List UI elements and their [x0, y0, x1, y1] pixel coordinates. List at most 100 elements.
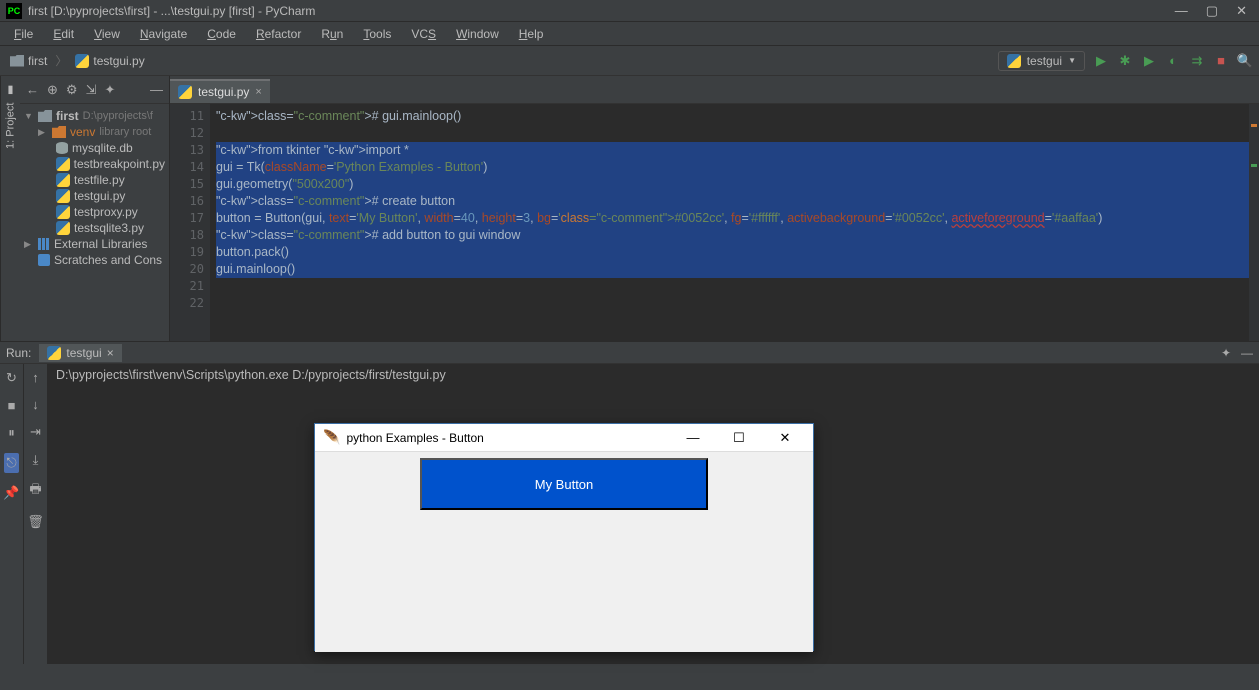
database-icon: [56, 142, 68, 154]
profile-button-icon[interactable]: ◐: [1165, 53, 1181, 69]
run-tab-testgui[interactable]: testgui ×: [39, 344, 121, 362]
tree-file-label: testsqlite3.py: [74, 221, 144, 235]
gear-icon[interactable]: ✦: [104, 82, 115, 98]
python-file-icon: [178, 85, 192, 99]
editor-tab-testgui[interactable]: testgui.py ×: [170, 79, 270, 103]
exit-icon[interactable]: ⎋: [4, 453, 18, 473]
breadcrumb-project[interactable]: first: [6, 52, 51, 70]
concurrency-button-icon[interactable]: ⇉: [1189, 53, 1205, 69]
menu-window[interactable]: Window: [448, 25, 507, 43]
console-command-line: D:\pyprojects\first\venv\Scripts\python.…: [56, 368, 1251, 382]
python-file-icon: [56, 205, 70, 219]
stop-icon[interactable]: ■: [8, 398, 16, 413]
tree-file[interactable]: testbreakpoint.py: [20, 156, 169, 172]
tree-project-root[interactable]: ▼ first D:\pyprojects\f: [20, 108, 169, 124]
trash-icon[interactable]: 🗑: [27, 514, 44, 530]
breadcrumb-project-label: first: [28, 54, 47, 68]
tk-window-title: python Examples - Button: [346, 431, 667, 445]
minimize-icon[interactable]: —: [1175, 3, 1188, 19]
tree-root-path: D:\pyprojects\f: [83, 110, 153, 122]
tree-file-label: testgui.py: [74, 189, 125, 203]
python-file-icon: [56, 173, 70, 187]
menu-vcs[interactable]: VCS: [403, 25, 444, 43]
folder-icon: [38, 110, 52, 122]
down-icon[interactable]: ↓: [32, 397, 39, 412]
folder-icon: [10, 55, 24, 67]
search-icon[interactable]: 🔍: [1237, 53, 1253, 69]
print-icon[interactable]: 🖶: [29, 480, 41, 502]
tree-file-label: mysqlite.db: [72, 141, 133, 155]
tree-file[interactable]: testsqlite3.py: [20, 220, 169, 236]
collapse-icon[interactable]: ⇲: [86, 82, 97, 98]
breadcrumb-file-label: testgui.py: [93, 54, 144, 68]
app-icon: PC: [6, 3, 22, 19]
tree-scratches-label: Scratches and Cons: [54, 253, 162, 267]
close-tab-icon[interactable]: ×: [107, 346, 114, 360]
chevron-right-icon: ▶: [38, 127, 48, 138]
pause-icon[interactable]: ⏸: [8, 425, 15, 441]
tree-file[interactable]: testgui.py: [20, 188, 169, 204]
menu-file[interactable]: File: [6, 25, 41, 43]
tk-minimize-icon[interactable]: —: [673, 430, 713, 445]
tree-file[interactable]: testproxy.py: [20, 204, 169, 220]
tree-venv-label: venv: [70, 125, 95, 139]
menu-help[interactable]: Help: [511, 25, 552, 43]
wrap-icon[interactable]: ⇥: [30, 424, 41, 440]
project-toolwindow-tab[interactable]: 1: Project ▮: [0, 76, 20, 341]
hide-icon[interactable]: —: [1241, 346, 1253, 360]
maximize-icon[interactable]: ▢: [1206, 3, 1218, 19]
pin-icon[interactable]: 📌: [3, 485, 19, 501]
up-icon[interactable]: ↑: [32, 370, 39, 385]
tree-scratches[interactable]: Scratches and Cons: [20, 252, 169, 268]
menu-navigate[interactable]: Navigate: [132, 25, 195, 43]
tk-feather-icon: 🪶: [323, 429, 340, 446]
ok-marker-icon[interactable]: [1251, 164, 1257, 167]
breadcrumb-file[interactable]: testgui.py: [71, 52, 148, 70]
menu-tools[interactable]: Tools: [355, 25, 399, 43]
python-file-icon: [75, 54, 89, 68]
show-options-icon[interactable]: ⚙: [66, 82, 78, 98]
tree-file[interactable]: testfile.py: [20, 172, 169, 188]
tree-venv[interactable]: ▶ venv library root: [20, 124, 169, 140]
menu-code[interactable]: Code: [199, 25, 244, 43]
folder-icon: ▮: [4, 84, 17, 97]
breadcrumb: first 〉 testgui.py: [6, 52, 149, 70]
scratch-icon: [38, 254, 50, 266]
close-icon[interactable]: ✕: [1236, 3, 1247, 19]
debug-button-icon[interactable]: ✱: [1117, 53, 1133, 69]
run-config-selector[interactable]: testgui ▼: [998, 51, 1085, 71]
coverage-button-icon[interactable]: ▶: [1141, 53, 1157, 69]
tk-maximize-icon[interactable]: ☐: [719, 430, 759, 446]
hide-icon[interactable]: —: [150, 82, 163, 97]
back-icon[interactable]: ←: [26, 82, 39, 97]
editor-error-stripe[interactable]: [1249, 104, 1259, 341]
menu-refactor[interactable]: Refactor: [248, 25, 309, 43]
python-file-icon: [1007, 54, 1021, 68]
stop-button[interactable]: ■: [1213, 53, 1229, 69]
tree-external-libs[interactable]: ▶ External Libraries: [20, 236, 169, 252]
breadcrumb-sep-icon: 〉: [55, 52, 67, 69]
tree-file-label: testfile.py: [74, 173, 125, 187]
folder-icon: [52, 126, 66, 138]
rerun-icon[interactable]: ↻: [6, 370, 17, 386]
library-icon: [38, 238, 50, 250]
target-icon[interactable]: ⊕: [47, 82, 58, 98]
tkinter-app-window[interactable]: 🪶 python Examples - Button — ☐ ✕ My Butt…: [314, 423, 814, 651]
editor-gutter[interactable]: 11 12 13 14 15 16 17 18 19 20 21 22: [170, 104, 210, 341]
tk-my-button[interactable]: My Button: [420, 458, 708, 510]
menu-run[interactable]: Run: [313, 25, 351, 43]
menu-edit[interactable]: Edit: [45, 25, 82, 43]
warning-marker-icon[interactable]: [1251, 124, 1257, 127]
menu-view[interactable]: View: [86, 25, 128, 43]
chevron-right-icon: ▶: [24, 239, 34, 250]
scroll-icon[interactable]: ⤓: [33, 452, 39, 468]
run-config-name: testgui: [1027, 54, 1062, 68]
tk-close-icon[interactable]: ✕: [765, 430, 805, 446]
tree-venv-note: library root: [99, 126, 151, 138]
editor-tab-label: testgui.py: [198, 85, 249, 99]
code-editor[interactable]: "c-kw">class="c-comment"># gui.mainloop(…: [210, 104, 1259, 341]
tree-file[interactable]: mysqlite.db: [20, 140, 169, 156]
run-button-icon[interactable]: ▶: [1093, 53, 1109, 69]
gear-icon[interactable]: ✦: [1221, 346, 1231, 360]
close-tab-icon[interactable]: ×: [255, 86, 261, 98]
